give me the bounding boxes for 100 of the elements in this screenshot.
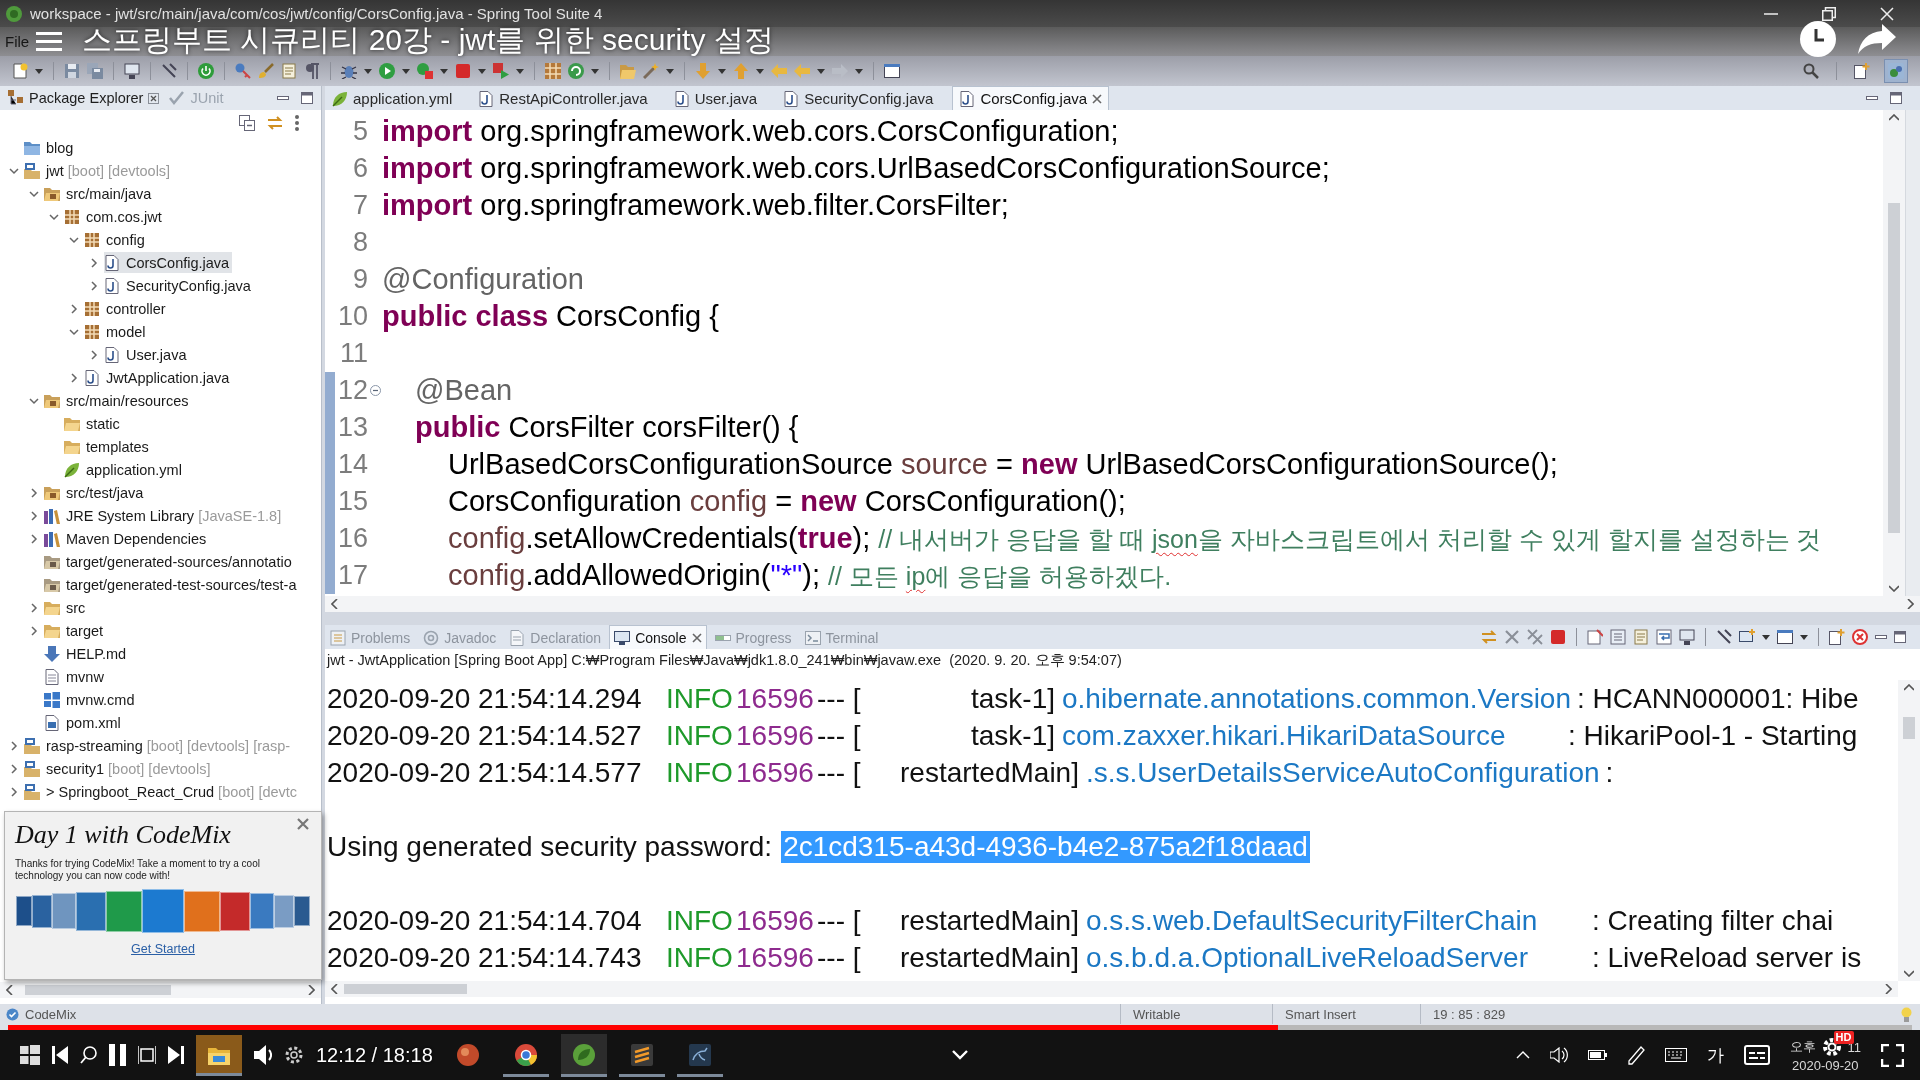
chevron-right-icon[interactable]	[69, 372, 79, 383]
chevron-right-icon[interactable]	[29, 510, 39, 521]
stop-icon[interactable]	[455, 63, 471, 79]
dropdown-caret-icon[interactable]	[516, 68, 524, 74]
dropdown-caret-icon[interactable]	[855, 68, 863, 74]
chevron-right-icon[interactable]	[9, 740, 19, 751]
search-icon[interactable]	[80, 1046, 97, 1064]
dropdown-caret-icon[interactable]	[666, 68, 674, 74]
taskbar-app-button[interactable]	[196, 1034, 242, 1076]
chevron-right-icon[interactable]	[29, 487, 39, 498]
horizontal-scrollbar[interactable]	[325, 596, 1920, 612]
tree-item[interactable]: blog	[24, 137, 77, 158]
chevron-right-icon[interactable]	[29, 625, 39, 636]
log-logger-link[interactable]: com.zaxxer.hikari.HikariDataSource	[1062, 719, 1506, 752]
tree-item[interactable]: JwtApplication.java	[84, 367, 233, 388]
key-icon[interactable]	[235, 63, 251, 79]
scrollbar-thumb[interactable]	[1903, 717, 1915, 739]
view-tab[interactable]: Console	[609, 625, 707, 649]
chevron-right-icon[interactable]	[29, 533, 39, 544]
window-icon[interactable]	[1777, 629, 1793, 645]
chevron-right-icon[interactable]	[89, 349, 99, 360]
subtitles-icon[interactable]	[1743, 1045, 1770, 1065]
save-icon[interactable]	[64, 63, 80, 79]
new-file-icon[interactable]	[12, 63, 28, 79]
skip-next-icon[interactable]	[168, 1046, 184, 1064]
chevron-right-icon[interactable]	[69, 303, 79, 314]
tree-item[interactable]: config	[84, 229, 148, 250]
editor-tab[interactable]: application.yml	[325, 86, 460, 110]
chevron-right-icon[interactable]	[9, 786, 19, 797]
play-icon[interactable]	[379, 63, 395, 79]
clear-console-icon[interactable]	[1587, 629, 1603, 645]
log-logger-link[interactable]: o.s.b.d.a.OptionalLiveReloadServer	[1085, 941, 1528, 974]
close-icon[interactable]	[691, 632, 702, 643]
more-menu-icon[interactable]	[295, 115, 299, 131]
close-icon[interactable]	[148, 92, 160, 104]
editor-tab[interactable]: RestApiController.java	[471, 86, 655, 110]
restore-icon[interactable]	[1822, 6, 1836, 21]
dropdown-caret-icon[interactable]	[817, 68, 825, 74]
tree-item[interactable]: src/main/resources	[44, 390, 192, 411]
pen-icon[interactable]	[1626, 1045, 1645, 1065]
tree-item[interactable]: target/generated-sources/annotatio	[44, 551, 295, 572]
horizontal-scrollbar[interactable]	[0, 982, 321, 998]
log-logger-link[interactable]: o.s.s.web.DefaultSecurityFilterChain	[1085, 904, 1538, 937]
keyboard-icon[interactable]	[1664, 1048, 1687, 1062]
tree-item[interactable]: pom.xml	[44, 712, 124, 733]
tree-item[interactable]: CorsConfig.java	[104, 252, 233, 273]
tree-item[interactable]: src/main/java	[44, 183, 155, 204]
windows-logo-icon[interactable]	[20, 1045, 40, 1065]
chevron-up-icon[interactable]	[1515, 1050, 1530, 1060]
document-icon[interactable]	[281, 63, 297, 79]
curve-tile-icon[interactable]	[688, 1043, 711, 1066]
window-icon[interactable]	[884, 63, 900, 79]
leaf-icon[interactable]	[572, 1043, 595, 1066]
dropdown-caret-icon[interactable]	[440, 68, 448, 74]
wand-icon[interactable]	[643, 63, 659, 79]
scrollbar-thumb[interactable]	[1888, 203, 1900, 533]
power-icon[interactable]	[198, 63, 214, 79]
tree-item[interactable]: model	[84, 321, 149, 342]
log-logger-link[interactable]: o.hibernate.annotations.common.Version	[1062, 682, 1571, 715]
link-arrows-icon[interactable]	[267, 115, 283, 131]
minimize-icon[interactable]	[277, 96, 289, 100]
dropdown-caret-icon[interactable]	[1762, 634, 1770, 640]
dropdown-caret-icon[interactable]	[478, 68, 486, 74]
monitor-icon[interactable]	[124, 63, 140, 79]
menu-item[interactable]: File	[0, 33, 35, 50]
tree-item[interactable]: src/test/java	[44, 482, 147, 503]
input-language-indicator[interactable]: 가	[1706, 1043, 1724, 1067]
close-icon[interactable]	[1092, 93, 1103, 104]
clock-icon[interactable]	[1800, 21, 1836, 57]
tree-item[interactable]: target/generated-test-sources/test-a	[44, 574, 300, 595]
editor-tab[interactable]: User.java	[666, 86, 765, 110]
tree-item[interactable]: mvnw.cmd	[44, 689, 138, 710]
brush-icon[interactable]	[258, 63, 274, 79]
diagonal-lines-icon[interactable]	[1716, 629, 1732, 645]
tree-item[interactable]: controller	[84, 298, 169, 319]
maximize-icon[interactable]	[1890, 92, 1902, 104]
tree-item[interactable]: mvnw	[44, 666, 107, 687]
tree-item[interactable]: com.cos.jwt	[64, 206, 165, 227]
dropdown-caret-icon[interactable]	[35, 68, 43, 74]
chevron-down-icon[interactable]	[952, 1050, 968, 1060]
speaker-icon[interactable]	[1549, 1047, 1568, 1063]
scrollbar-thumb[interactable]	[25, 985, 171, 995]
chevron-right-icon[interactable]	[9, 763, 19, 774]
dropdown-caret-icon[interactable]	[402, 68, 410, 74]
tree-item[interactable]: security1 [boot] [devtools]	[24, 758, 214, 779]
maximize-icon[interactable]	[1894, 631, 1906, 643]
battery-icon[interactable]	[1587, 1048, 1607, 1062]
dropdown-caret-icon[interactable]	[756, 68, 764, 74]
editor-tab[interactable]: CorsConfig.java	[952, 86, 1110, 110]
tree-item[interactable]: > Springboot_React_Crud [boot] [devtc	[24, 781, 301, 802]
maximize-icon[interactable]	[301, 92, 313, 104]
fullscreen-icon[interactable]	[1881, 1043, 1904, 1067]
new-console-icon[interactable]	[1739, 629, 1755, 645]
perspective-icon[interactable]	[1829, 629, 1845, 645]
taskbar-app-button[interactable]	[560, 1033, 607, 1077]
menu-icon[interactable]	[36, 32, 62, 51]
collapse-all-icon[interactable]	[239, 115, 255, 131]
volume-icon[interactable]	[254, 1045, 272, 1065]
save-all-icon[interactable]	[87, 63, 103, 79]
chevron-right-icon[interactable]	[89, 280, 99, 291]
